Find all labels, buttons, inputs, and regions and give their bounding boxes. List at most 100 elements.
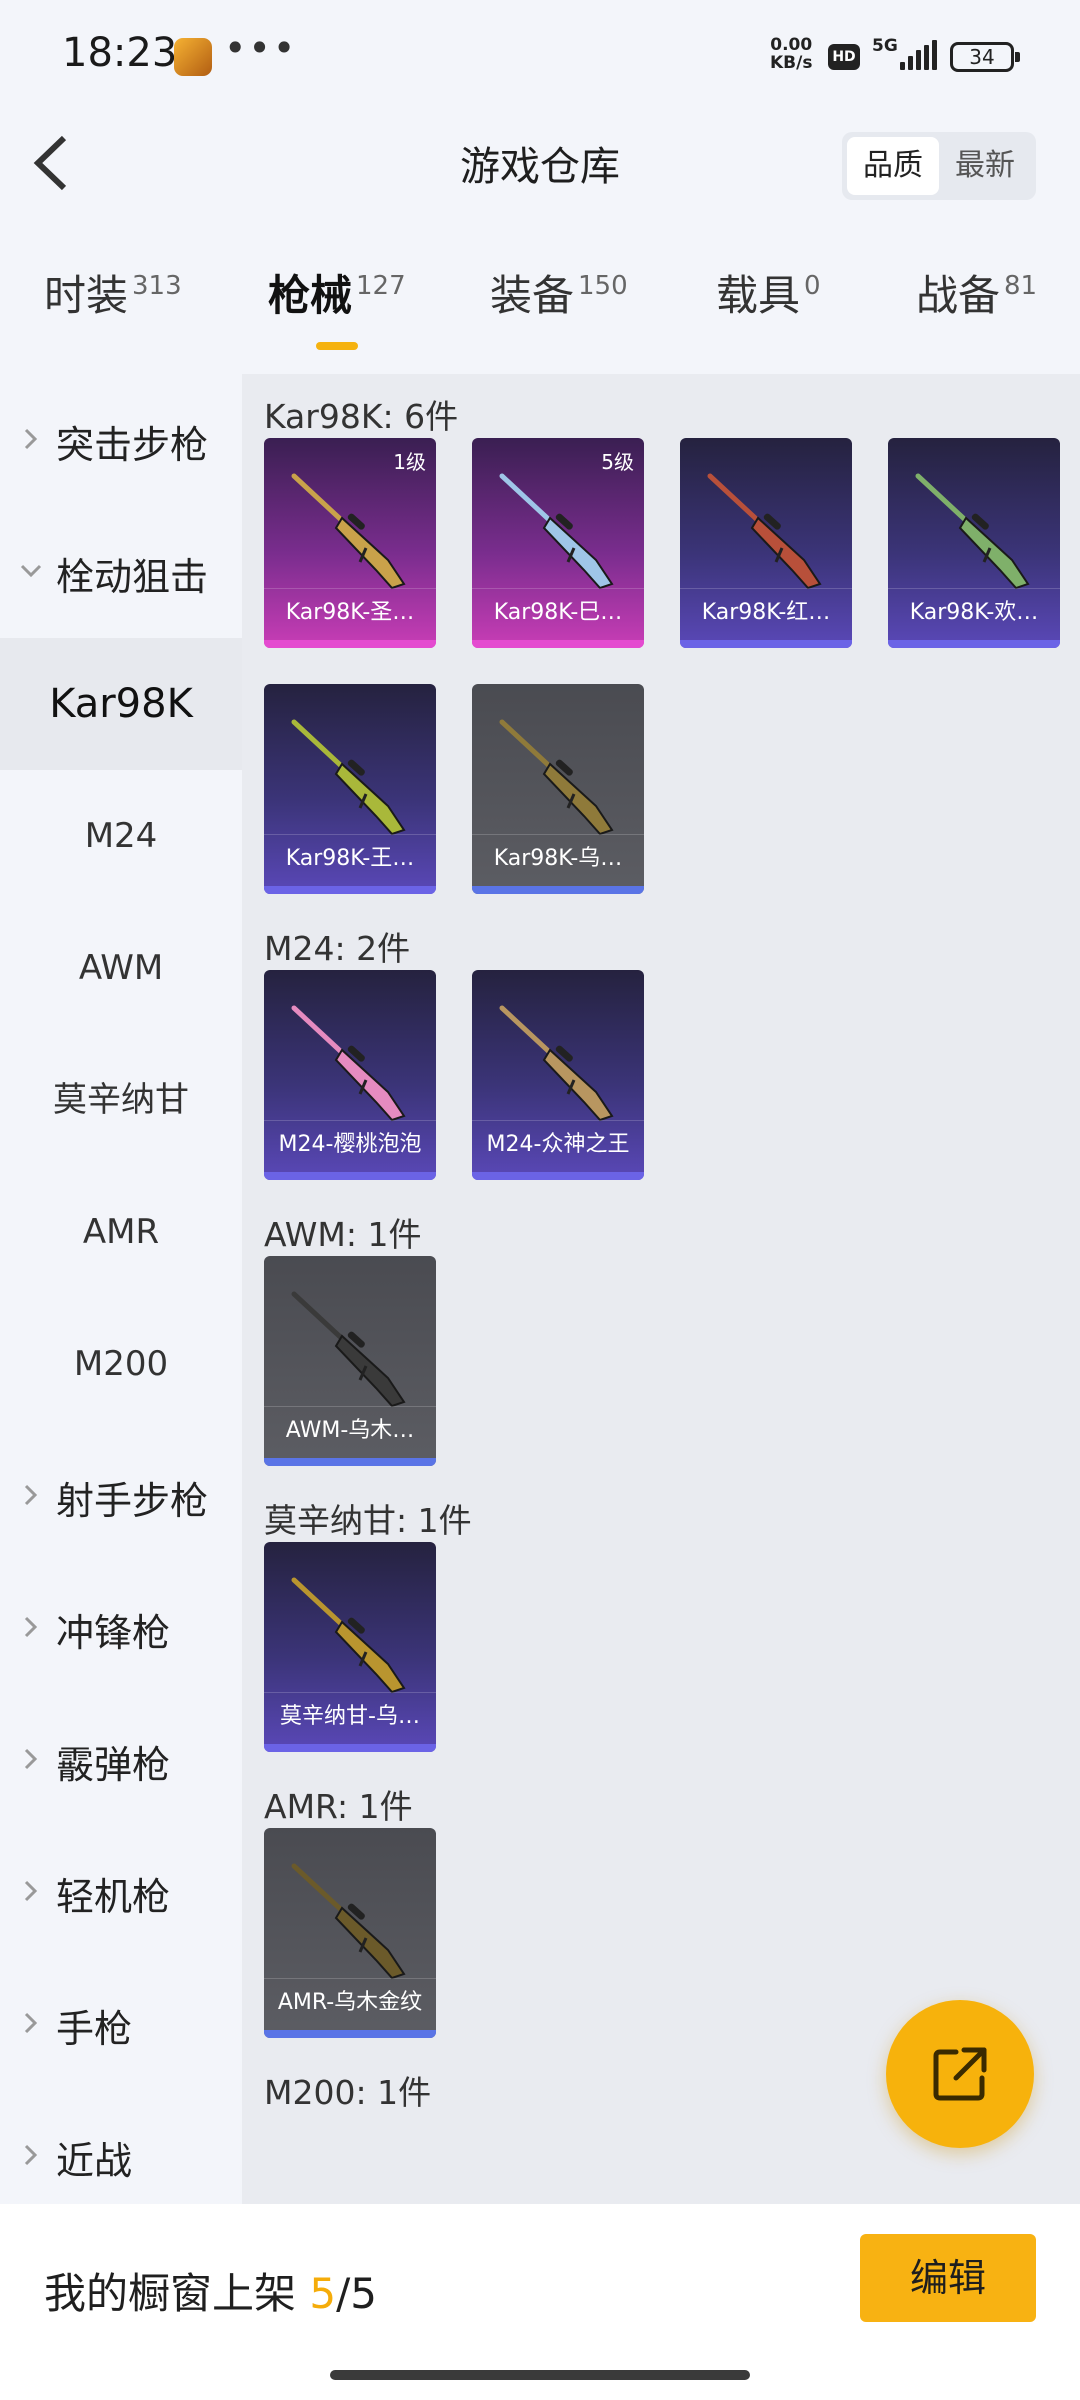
rarity-bar (264, 886, 436, 894)
share-external-icon (933, 2047, 987, 2101)
status-bar: 18:23 ••• 0.00 KB/s HD 5G 34 (0, 0, 1080, 110)
weapon-category-sidebar: 突击步枪 栓动狙击 Kar98K M24 AWM 莫辛纳甘 AMR M200 射… (0, 374, 242, 2204)
skin-name: M24-樱桃泡泡 (264, 1120, 436, 1168)
sidebar-sub-mosin[interactable]: 莫辛纳甘 (0, 1034, 242, 1166)
network-speed: 0.00 KB/s (770, 35, 813, 73)
skin-name: Kar98K-红… (680, 588, 852, 636)
game-app-icon (174, 38, 212, 76)
skin-name: 莫辛纳甘-乌… (264, 1692, 436, 1740)
section-title: AMR: 1件 (264, 1787, 413, 1826)
chevron-right-icon (24, 1748, 38, 1770)
sidebar-sub-awm[interactable]: AWM (0, 902, 242, 1034)
rifle-icon (291, 1291, 406, 1408)
skin-name: AWM-乌木… (264, 1406, 436, 1454)
sidebar-item-assault-rifle[interactable]: 突击步枪 (0, 374, 242, 506)
skin-name: Kar98K-圣… (264, 588, 436, 636)
weapon-skin-card[interactable]: M24-樱桃泡泡 (264, 970, 436, 1180)
sort-toggle: 品质 最新 (842, 132, 1036, 200)
section-title: M24: 2件 (264, 929, 411, 968)
chevron-right-icon (24, 2144, 38, 2166)
rarity-bar (472, 640, 644, 648)
weapon-skin-card[interactable]: M24-众神之王 (472, 970, 644, 1180)
weapon-skin-card[interactable]: Kar98K-乌… (472, 684, 644, 894)
sidebar-item-lmg[interactable]: 轻机枪 (0, 1826, 242, 1958)
weapon-skin-card[interactable]: 1级 Kar98K-圣… (264, 438, 436, 648)
sidebar-sub-kar98k[interactable]: Kar98K (0, 638, 242, 770)
skin-name: Kar98K-王… (264, 834, 436, 882)
rarity-bar (264, 1458, 436, 1466)
skin-name: Kar98K-欢… (888, 588, 1060, 636)
rifle-icon (499, 1005, 614, 1122)
section-title: AWM: 1件 (264, 1215, 422, 1254)
chevron-right-icon (24, 428, 38, 450)
status-time: 18:23 (62, 30, 178, 76)
chevron-right-icon (24, 1616, 38, 1638)
rarity-bar (264, 1172, 436, 1180)
network-type: 5G (872, 36, 898, 56)
rarity-bar (264, 2030, 436, 2038)
more-notifications-icon: ••• (224, 26, 298, 70)
weapon-skin-card[interactable]: Kar98K-王… (264, 684, 436, 894)
tab-supplies[interactable]: 战备 81 (916, 262, 1037, 352)
active-tab-indicator (316, 342, 358, 350)
sidebar-item-pistol[interactable]: 手枪 (0, 1958, 242, 2090)
rifle-icon (291, 1863, 406, 1980)
category-tabs: 时装 313 枪械 127 装备 150 载具 0 战备 81 (0, 262, 1080, 362)
skin-name: M24-众神之王 (472, 1120, 644, 1168)
battery-icon: 34 (950, 42, 1020, 72)
rifle-icon (707, 473, 822, 590)
tab-outfits[interactable]: 时装 313 (44, 262, 182, 352)
bottom-bar: 我的橱窗上架 5/5 编辑 (0, 2204, 1080, 2400)
chevron-right-icon (24, 2012, 38, 2034)
sidebar-item-smg[interactable]: 冲锋枪 (0, 1562, 242, 1694)
sort-by-quality[interactable]: 品质 (847, 137, 939, 195)
section-title: Kar98K: 6件 (264, 397, 459, 436)
edit-button[interactable]: 编辑 (860, 2234, 1036, 2322)
sidebar-sub-amr[interactable]: AMR (0, 1166, 242, 1298)
signal-icon (900, 40, 940, 70)
skin-name: Kar98K-巳… (472, 588, 644, 636)
sidebar-sub-m200[interactable]: M200 (0, 1298, 242, 1430)
chevron-right-icon (24, 1484, 38, 1506)
weapon-skin-card[interactable]: 5级 Kar98K-巳… (472, 438, 644, 648)
skin-name: AMR-乌木金纹 (264, 1978, 436, 2026)
tab-vehicles[interactable]: 载具 0 (716, 262, 821, 352)
rifle-icon (915, 473, 1030, 590)
share-button[interactable] (886, 2000, 1034, 2148)
sidebar-item-shotgun[interactable]: 霰弹枪 (0, 1694, 242, 1826)
weapon-skin-card[interactable]: AWM-乌木… (264, 1256, 436, 1466)
weapon-grid: Kar98K: 6件 1级 Kar98K-圣… 5级 Kar98K-巳… Kar98K-红… (242, 374, 1080, 2204)
header: 游戏仓库 品质 最新 (0, 110, 1080, 220)
rarity-bar (264, 1744, 436, 1752)
rifle-icon (291, 473, 406, 590)
rarity-bar (680, 640, 852, 648)
section-title: 莫辛纳甘: 1件 (264, 1501, 472, 1540)
rifle-icon (499, 473, 614, 590)
rarity-bar (888, 640, 1060, 648)
rifle-icon (291, 719, 406, 836)
tab-equipment[interactable]: 装备 150 (490, 262, 628, 352)
rarity-bar (264, 640, 436, 648)
tab-weapons[interactable]: 枪械 127 (268, 262, 406, 352)
sidebar-item-marksman-rifle[interactable]: 射手步枪 (0, 1430, 242, 1562)
chevron-down-icon (20, 564, 42, 578)
showcase-total: /5 (336, 2269, 377, 2318)
weapon-skin-card[interactable]: 莫辛纳甘-乌… (264, 1542, 436, 1752)
weapon-skin-card[interactable]: AMR-乌木金纹 (264, 1828, 436, 2038)
weapon-skin-card[interactable]: Kar98K-欢… (888, 438, 1060, 648)
skin-level-badge: 5级 (601, 450, 634, 474)
hd-voice-icon: HD (828, 44, 860, 70)
sidebar-item-melee[interactable]: 近战 (0, 2090, 242, 2204)
sort-by-newest[interactable]: 最新 (939, 137, 1031, 195)
rifle-icon (291, 1005, 406, 1122)
skin-name: Kar98K-乌… (472, 834, 644, 882)
skin-level-badge: 1级 (393, 450, 426, 474)
rifle-icon (499, 719, 614, 836)
sidebar-item-bolt-action-sniper[interactable]: 栓动狙击 (0, 506, 242, 638)
sidebar-sub-m24[interactable]: M24 (0, 770, 242, 902)
section-title: M200: 1件 (264, 2073, 432, 2112)
showcase-status: 我的橱窗上架 5/5 (44, 2269, 377, 2318)
weapon-skin-card[interactable]: Kar98K-红… (680, 438, 852, 648)
chevron-right-icon (24, 1880, 38, 1902)
showcase-current-count: 5 (309, 2269, 337, 2318)
